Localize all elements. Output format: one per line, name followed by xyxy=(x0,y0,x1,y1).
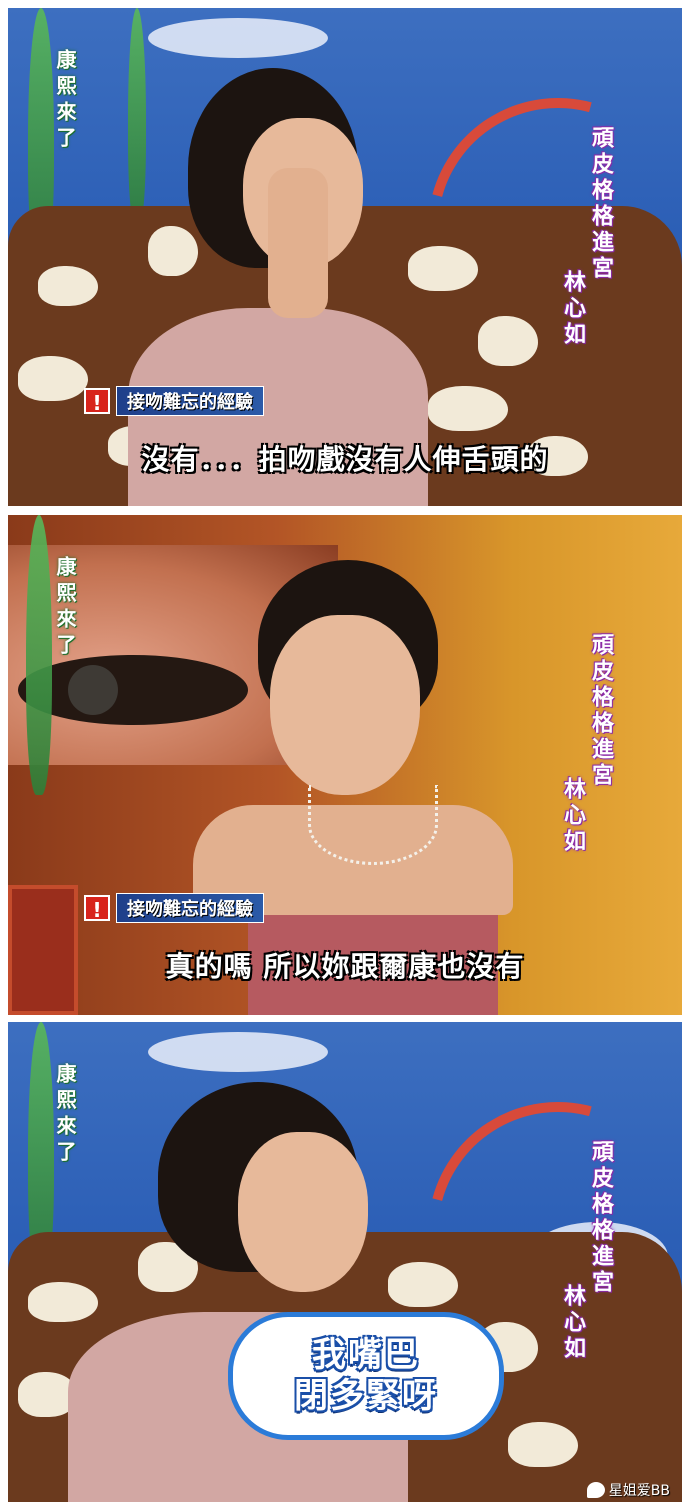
screenshot-panel-3: 康熙來了 頑皮格格進宮 林心如 我嘴巴 閉多緊呀 星姐爱BB xyxy=(8,1022,682,1502)
bubble-line-1: 我嘴巴 xyxy=(312,1335,420,1376)
show-logo: 康熙來了 xyxy=(53,49,77,153)
bubble-line-2: 閉多緊呀 xyxy=(294,1376,438,1416)
show-episode-title: 頑皮格格進宮 xyxy=(588,126,613,282)
cloud xyxy=(148,1032,328,1072)
screenshot-panel-1: 康熙來了 頑皮格格進宮 林心如 ! 接吻難忘的經驗 沒有．．．拍吻戲沒有人伸舌頭… xyxy=(8,8,682,506)
speech-bubble-caption: 我嘴巴 閉多緊呀 xyxy=(228,1312,504,1440)
show-episode-title: 頑皮格格進宮 xyxy=(588,633,613,789)
topic-banner: ! 接吻難忘的經驗 xyxy=(84,386,264,416)
exclamation-icon: ! xyxy=(84,388,110,415)
show-logo: 康熙來了 xyxy=(53,1063,77,1167)
topic-banner: ! 接吻難忘的經驗 xyxy=(84,893,264,923)
cloud xyxy=(148,18,328,58)
show-logo: 康熙來了 xyxy=(53,556,77,660)
screenshot-panel-2: 康熙來了 頑皮格格進宮 林心如 ! 接吻難忘的經驗 真的嗎 所以妳跟爾康也沒有 xyxy=(8,515,682,1015)
watermark: 星姐爱BB xyxy=(586,1480,670,1500)
guest-name-caption: 林心如 xyxy=(560,1284,585,1362)
guest-name-caption: 林心如 xyxy=(560,270,585,348)
subtitle-caption: 真的嗎 所以妳跟爾康也沒有 xyxy=(165,950,525,983)
watermark-text: 星姐爱BB xyxy=(608,1483,670,1499)
plant-decoration xyxy=(128,8,146,228)
subtitle-caption: 沒有．．．拍吻戲沒有人伸舌頭的 xyxy=(141,443,549,476)
wechat-icon xyxy=(586,1482,605,1498)
topic-label: 接吻難忘的經驗 xyxy=(116,893,264,923)
topic-label: 接吻難忘的經驗 xyxy=(116,386,264,416)
show-episode-title: 頑皮格格進宮 xyxy=(588,1140,613,1296)
exclamation-icon: ! xyxy=(84,895,110,922)
guest-name-caption: 林心如 xyxy=(560,777,585,855)
